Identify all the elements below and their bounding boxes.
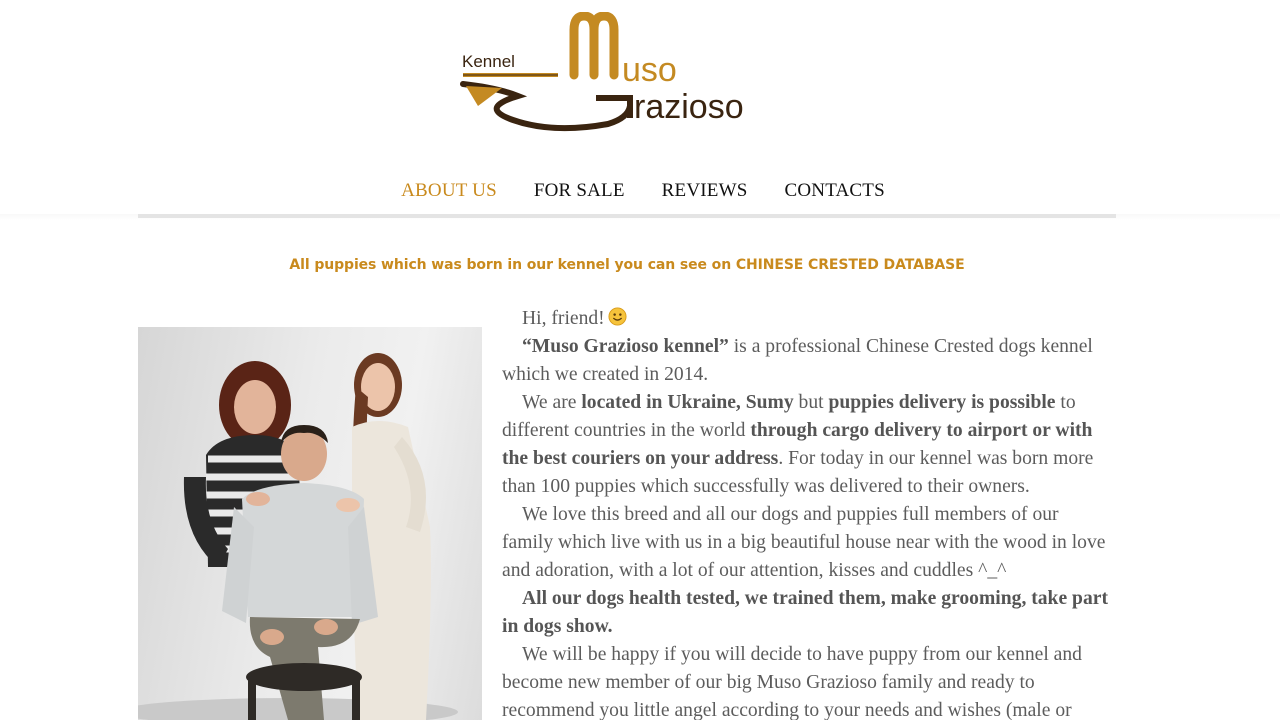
location-text-a: We are (522, 392, 582, 413)
nav-contacts[interactable]: CONTACTS (785, 178, 885, 208)
site-logo[interactable]: Kennel uso razioso (458, 12, 798, 134)
delivery-bold: puppies delivery is possible (828, 392, 1056, 413)
logo-line1: uso (622, 51, 677, 89)
about-article: Hi, friend! “Muso Grazioso kennel” is a … (502, 305, 1112, 720)
love-paragraph: We love this breed and all our dogs and … (502, 504, 1106, 581)
kennel-name: “Muso Grazioso kennel” (522, 336, 729, 357)
main-nav: ABOUT US FOR SALE REVIEWS CONTACTS (0, 178, 1280, 208)
health-paragraph: All our dogs health tested, we trained t… (502, 585, 1112, 641)
nav-reviews[interactable]: REVIEWS (662, 178, 748, 208)
intro-paragraph: “Muso Grazioso kennel” is a professional… (502, 333, 1112, 389)
health-bold: All our dogs health tested, we trained t… (502, 588, 1108, 637)
nav-about-us[interactable]: ABOUT US (401, 178, 497, 208)
location-text-c: but (793, 392, 829, 413)
logo-graphic: Kennel uso razioso (460, 12, 744, 132)
greeting-paragraph: Hi, friend! (502, 305, 1112, 333)
greeting-text: Hi, friend! (522, 308, 605, 329)
family-photo-illustration (138, 353, 458, 720)
nav-for-sale[interactable]: FOR SALE (534, 178, 625, 208)
logo-kennel-text: Kennel (462, 52, 515, 71)
family-photo (138, 327, 482, 720)
location-bold: located in Ukraine, Sumy (581, 392, 794, 413)
database-notice-link[interactable]: All puppies which was born in our kennel… (0, 257, 1254, 273)
closing-paragraph: We will be happy if you will decide to h… (502, 644, 1082, 720)
nav-divider (138, 214, 1116, 218)
logo-line2: razioso (634, 88, 744, 126)
location-paragraph: We are located in Ukraine, Sumy but pupp… (502, 389, 1112, 501)
smiley-icon (608, 307, 627, 326)
